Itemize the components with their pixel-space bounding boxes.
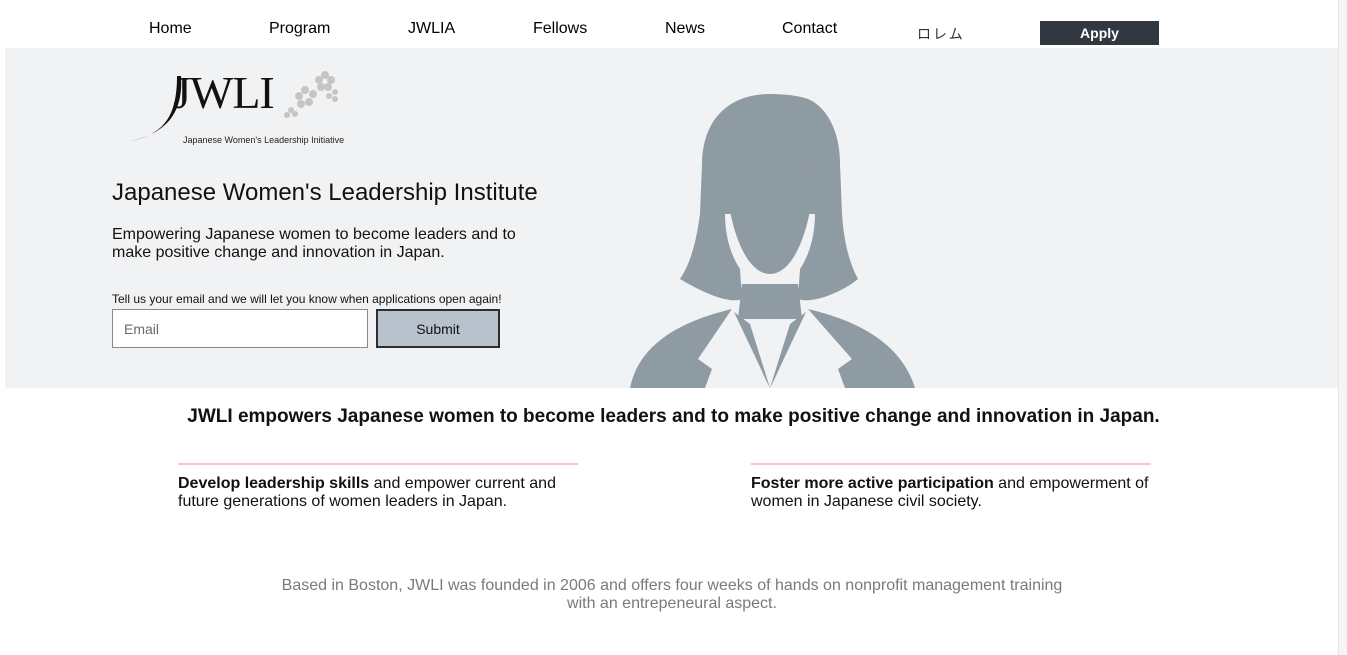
submit-button[interactable]: Submit (376, 309, 500, 348)
hero-description: Empowering Japanese women to become lead… (112, 226, 516, 261)
nav-fellows[interactable]: Fellows (533, 20, 587, 38)
top-nav: Home Program JWLIA Fellows News Contact … (0, 0, 1347, 48)
woman-silhouette-icon (630, 94, 915, 388)
page-scrollbar[interactable] (1338, 0, 1347, 655)
goal-leadership-strong: Develop leadership skills (178, 475, 370, 492)
logo-subtitle: Japanese Women's Leadership Initiative (183, 135, 345, 145)
nav-home[interactable]: Home (149, 20, 192, 38)
hero-section: JWLI Japanese Women's Leadership Initiat… (5, 48, 1338, 388)
cherry-blossom-icon (284, 71, 338, 118)
language-switch[interactable]: ロレム (917, 24, 965, 44)
nav-jwlia[interactable]: JWLIA (408, 20, 455, 38)
about-text: Based in Boston, JWLI was founded in 200… (281, 577, 1063, 612)
email-prompt: Tell us your email and we will let you k… (112, 292, 502, 306)
logo-wordmark: JWLI (173, 67, 275, 118)
nav-contact[interactable]: Contact (782, 20, 837, 38)
mission-statement: JWLI empowers Japanese women to become l… (187, 406, 1160, 427)
page-title: Japanese Women's Leadership Institute (112, 179, 538, 206)
goal-participation-strong: Foster more active participation (751, 475, 994, 492)
nav-program[interactable]: Program (269, 20, 330, 38)
email-field[interactable] (112, 309, 368, 348)
goal-participation: Foster more active participation and emp… (751, 463, 1151, 511)
goal-leadership: Develop leadership skills and empower cu… (178, 463, 578, 511)
nav-news[interactable]: News (665, 20, 705, 38)
jwli-logo[interactable]: JWLI Japanese Women's Leadership Initiat… (123, 66, 345, 145)
apply-button[interactable]: Apply (1040, 21, 1159, 45)
